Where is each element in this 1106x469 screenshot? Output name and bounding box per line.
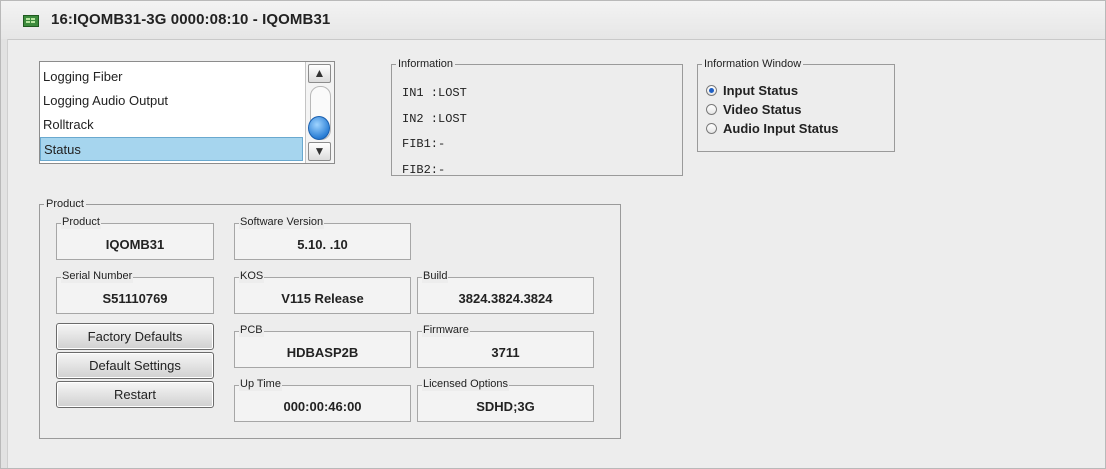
scroll-up-button[interactable]: ▲ (308, 64, 331, 83)
licensed-options-field: Licensed Options SDHD;3G (417, 378, 594, 422)
product-label: Product (61, 216, 101, 229)
up-time-value: 000:00:46:00 (283, 399, 362, 414)
info-fib1: FIB1:- (402, 137, 446, 151)
scroll-down-button[interactable]: ▼ (308, 142, 331, 161)
up-time-field: Up Time 000:00:46:00 (234, 378, 411, 422)
radio-video-status-label[interactable]: Video Status (723, 102, 802, 117)
title-bar: 16:IQOMB31-3G 0000:08:10 - IQOMB31 (1, 1, 1105, 40)
information-window-group: Information Window Input Status Video St… (697, 58, 895, 152)
radio-video-status[interactable]: Video Status (706, 102, 802, 117)
list-item-logging-audio-output[interactable]: Logging Audio Output (40, 89, 303, 113)
pcb-value: HDBASP2B (286, 345, 359, 360)
left-edge (1, 39, 8, 468)
list-scrollbar[interactable]: ▲ ▼ (305, 62, 334, 163)
kos-value: V115 Release (281, 291, 364, 306)
radio-input-status[interactable]: Input Status (706, 83, 798, 98)
build-field: Build 3824.3824.3824 (417, 270, 594, 314)
build-label: Build (422, 270, 449, 283)
firmware-field: Firmware 3711 (417, 324, 594, 368)
list-item-status[interactable]: Status (40, 137, 303, 161)
list-item-logging-fiber[interactable]: Logging Fiber (40, 65, 303, 89)
software-version-label: Software Version (239, 216, 325, 229)
serial-number-label: Serial Number (61, 270, 134, 283)
firmware-label: Firmware (422, 324, 470, 337)
licensed-options-label: Licensed Options (422, 378, 509, 391)
up-time-label: Up Time (239, 378, 282, 391)
firmware-value: 3711 (491, 345, 520, 360)
kos-field: KOS V115 Release (234, 270, 411, 314)
product-legend: Product (46, 198, 84, 210)
module-board-icon (23, 15, 39, 27)
info-in1: IN1 :LOST (402, 86, 467, 100)
information-window-legend: Information Window (704, 58, 802, 70)
pcb-field: PCB HDBASP2B (234, 324, 411, 368)
pcb-label: PCB (239, 324, 264, 337)
radio-audio-input-status-label[interactable]: Audio Input Status (723, 121, 839, 136)
kos-label: KOS (239, 270, 265, 283)
serial-number-value: S51110769 (102, 291, 168, 306)
licensed-options-value: SDHD;3G (476, 399, 535, 414)
app-window: 16:IQOMB31-3G 0000:08:10 - IQOMB31 Loggi… (0, 0, 1106, 469)
information-legend: Information (398, 58, 454, 70)
factory-defaults-button[interactable]: Factory Defaults (56, 323, 214, 350)
radio-selected-icon[interactable] (706, 85, 717, 96)
product-value: IQOMB31 (105, 237, 165, 252)
product-field: Product IQOMB31 (56, 216, 214, 260)
default-settings-button[interactable]: Default Settings (56, 352, 214, 379)
list-item-rolltrack[interactable]: Rolltrack (40, 113, 303, 137)
software-version-value: 5.10. .10 (297, 237, 348, 252)
window-title: 16:IQOMB31-3G 0000:08:10 - IQOMB31 (51, 11, 331, 28)
radio-unselected-icon[interactable] (706, 123, 717, 134)
scroll-thumb[interactable] (308, 116, 330, 140)
radio-audio-input-status[interactable]: Audio Input Status (706, 121, 839, 136)
info-in2: IN2 :LOST (402, 112, 467, 126)
serial-number-field: Serial Number S51110769 (56, 270, 214, 314)
function-list[interactable]: Logging Fiber Logging Audio Output Rollt… (39, 61, 335, 164)
build-value: 3824.3824.3824 (458, 291, 553, 306)
software-version-field: Software Version 5.10. .10 (234, 216, 411, 260)
information-group: Information IN1 :LOST IN2 :LOST FIB1:- F… (391, 58, 683, 177)
radio-unselected-icon[interactable] (706, 104, 717, 115)
radio-input-status-label[interactable]: Input Status (723, 83, 798, 98)
restart-button[interactable]: Restart (56, 381, 214, 408)
info-fib2: FIB2:- (402, 163, 446, 177)
